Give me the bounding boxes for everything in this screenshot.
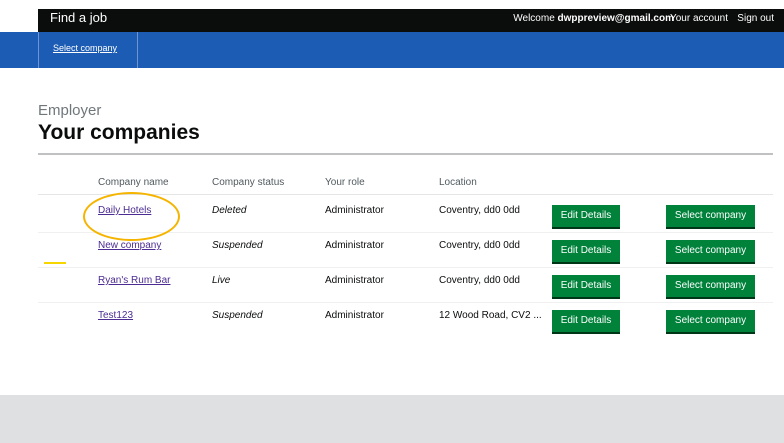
- page-caption: Employer: [38, 102, 102, 119]
- company-location: Coventry, dd0 0dd: [439, 275, 520, 286]
- top-header: Find a job Welcome dwppreview@gmail.com …: [0, 0, 784, 32]
- select-company-button[interactable]: Select company: [666, 240, 755, 262]
- company-location: 12 Wood Road, CV2 ...: [439, 310, 542, 321]
- header-company-name: Company name: [98, 177, 169, 188]
- user-email: dwppreview@gmail.com: [557, 13, 674, 24]
- edit-details-button[interactable]: Edit Details: [552, 205, 620, 227]
- row-divider: [38, 267, 773, 268]
- company-name-link[interactable]: New company: [98, 240, 161, 251]
- company-role: Administrator: [325, 310, 384, 321]
- company-status: Suspended: [212, 240, 263, 251]
- select-company-button[interactable]: Select company: [666, 275, 755, 297]
- sign-out-link[interactable]: Sign out: [737, 13, 774, 24]
- company-status: Deleted: [212, 205, 247, 216]
- page-title: Your companies: [38, 121, 200, 144]
- welcome-text: Welcome dwppreview@gmail.com: [513, 13, 674, 24]
- company-status: Live: [212, 275, 231, 286]
- header-bar: Find a job Welcome dwppreview@gmail.com …: [38, 9, 784, 32]
- edit-details-button[interactable]: Edit Details: [552, 240, 620, 262]
- tab-select-company-label[interactable]: Select company: [53, 43, 117, 53]
- header-location: Location: [439, 177, 477, 188]
- company-name-link[interactable]: Ryan's Rum Bar: [98, 275, 171, 286]
- company-role: Administrator: [325, 205, 384, 216]
- edit-details-button[interactable]: Edit Details: [552, 275, 620, 297]
- page-footer: [0, 395, 784, 443]
- edit-details-button[interactable]: Edit Details: [552, 310, 620, 332]
- select-company-button[interactable]: Select company: [666, 205, 755, 227]
- company-location: Coventry, dd0 0dd: [439, 240, 520, 251]
- company-location: Coventry, dd0 0dd: [439, 205, 520, 216]
- tab-select-company[interactable]: Select company: [38, 32, 138, 68]
- company-role: Administrator: [325, 275, 384, 286]
- welcome-prefix: Welcome: [513, 13, 558, 24]
- company-status: Suspended: [212, 310, 263, 321]
- highlight-circle-annotation: [83, 192, 180, 241]
- nav-bar: Select company: [0, 32, 784, 68]
- highlight-mark: [44, 262, 66, 264]
- brand-title[interactable]: Find a job: [50, 9, 107, 26]
- row-divider: [38, 302, 773, 303]
- company-role: Administrator: [325, 240, 384, 251]
- select-company-button[interactable]: Select company: [666, 310, 755, 332]
- header-company-status: Company status: [212, 177, 285, 188]
- company-name-link[interactable]: Test123: [98, 310, 133, 321]
- title-divider: [38, 153, 773, 155]
- your-account-link[interactable]: Your account: [670, 13, 728, 24]
- header-your-role: Your role: [325, 177, 365, 188]
